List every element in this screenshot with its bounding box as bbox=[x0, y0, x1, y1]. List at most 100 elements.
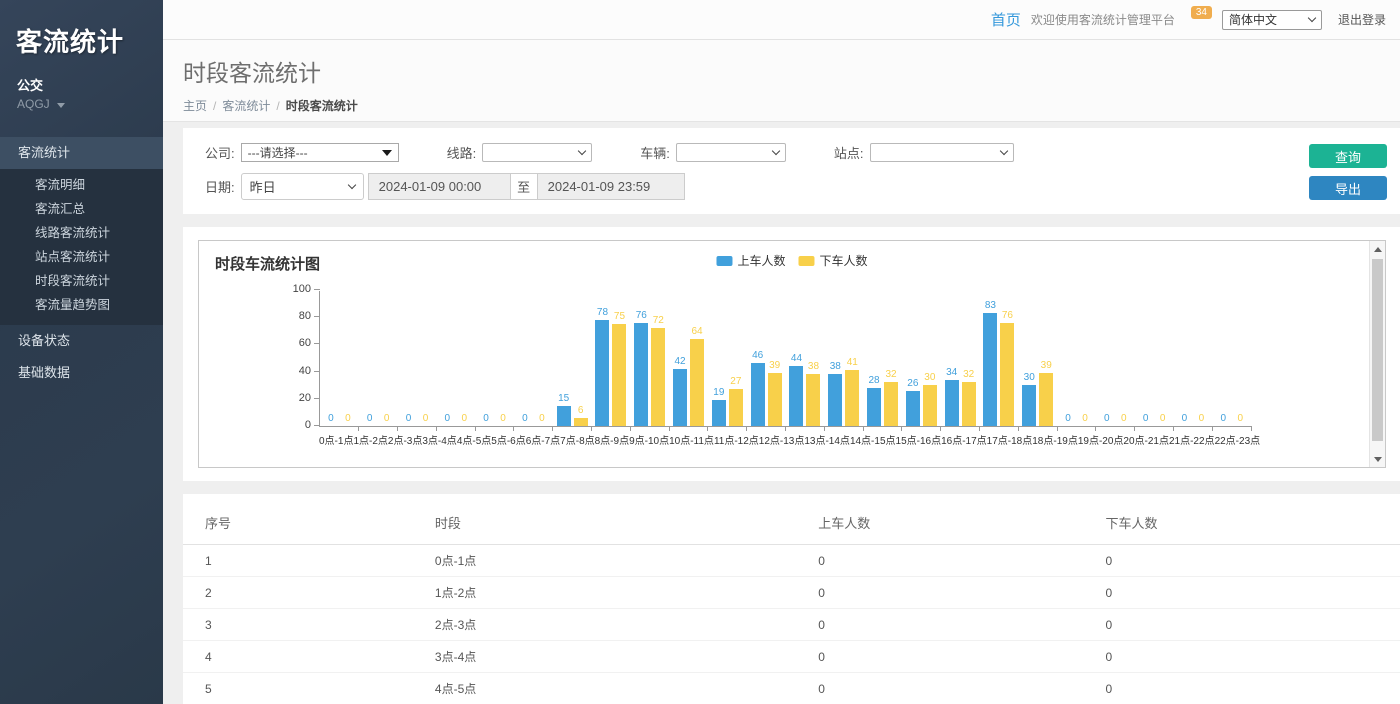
bar-group: 7875 bbox=[592, 291, 631, 426]
table-cell: 4 bbox=[183, 641, 435, 673]
bar[interactable] bbox=[789, 366, 803, 426]
sidebar-item-设备状态[interactable]: 设备状态 bbox=[0, 325, 163, 357]
chart-panel: 时段车流统计图 上车人数下车人数 02040608010000000000000… bbox=[183, 227, 1400, 481]
chevron-down-icon bbox=[772, 147, 780, 155]
bar[interactable] bbox=[867, 388, 881, 426]
x-axis-label: 1点-2点 bbox=[353, 432, 387, 447]
bar-column: 38 bbox=[806, 290, 820, 426]
bar-column: 0 bbox=[1216, 290, 1230, 426]
sidebar-subitem-客流量趋势图[interactable]: 客流量趋势图 bbox=[0, 293, 163, 317]
bar-group: 42 64 bbox=[669, 291, 708, 426]
bar[interactable] bbox=[673, 369, 687, 426]
bar-column: 19 bbox=[712, 290, 726, 426]
x-axis-label-text: 14点-15点 bbox=[850, 432, 896, 447]
home-link[interactable]: 首页 bbox=[991, 9, 1021, 30]
bar-value-label: 42 bbox=[675, 357, 686, 367]
bar[interactable] bbox=[983, 313, 997, 426]
bar-group: 156 bbox=[553, 291, 592, 426]
bar[interactable] bbox=[806, 374, 820, 426]
bar[interactable] bbox=[845, 370, 859, 426]
bar[interactable] bbox=[557, 406, 571, 426]
bar[interactable] bbox=[595, 320, 609, 426]
date-from-input[interactable]: 2024-01-09 00:00 bbox=[368, 173, 511, 200]
bar[interactable] bbox=[945, 380, 959, 426]
bar-column: 44 bbox=[789, 290, 803, 426]
sidebar-subitem-站点客流统计[interactable]: 站点客流统计 bbox=[0, 245, 163, 269]
x-axis-label: 11点-12点 bbox=[714, 432, 759, 447]
bar[interactable] bbox=[690, 339, 704, 426]
org-code-dropdown[interactable]: AQGJ bbox=[0, 94, 163, 111]
bar-column: 6 bbox=[574, 290, 588, 426]
bar[interactable] bbox=[828, 374, 842, 426]
x-axis-label-text: 4点-5点 bbox=[457, 432, 491, 447]
table-row: 32点-3点00 bbox=[183, 609, 1400, 641]
sidebar-item-基础数据[interactable]: 基础数据 bbox=[0, 357, 163, 389]
bar[interactable] bbox=[906, 391, 920, 426]
bar-value-label: 64 bbox=[692, 327, 703, 337]
legend-swatch bbox=[799, 256, 815, 266]
bar-column: 32 bbox=[884, 290, 898, 426]
bar[interactable] bbox=[923, 385, 937, 426]
bar[interactable] bbox=[612, 324, 626, 426]
bar-column: 0 bbox=[535, 290, 549, 426]
scrollbar-thumb[interactable] bbox=[1372, 259, 1383, 441]
query-button[interactable]: 查询 bbox=[1309, 144, 1387, 168]
y-axis-tick-label: 60 bbox=[285, 338, 311, 349]
line-select[interactable] bbox=[482, 143, 592, 162]
table-cell: 0 bbox=[1105, 641, 1400, 673]
scroll-up-button[interactable] bbox=[1370, 241, 1386, 257]
bar[interactable] bbox=[1000, 323, 1014, 426]
bar[interactable] bbox=[884, 382, 898, 426]
legend-item-上车人数[interactable]: 上车人数 bbox=[716, 252, 785, 269]
station-select[interactable] bbox=[870, 143, 1014, 162]
bar[interactable] bbox=[1022, 385, 1036, 426]
bar[interactable] bbox=[751, 363, 765, 426]
sidebar-subitem-时段客流统计[interactable]: 时段客流统计 bbox=[0, 269, 163, 293]
scroll-down-button[interactable] bbox=[1370, 451, 1386, 467]
bar-column: 27 bbox=[729, 290, 743, 426]
table-cell: 3点-4点 bbox=[435, 641, 818, 673]
bar[interactable] bbox=[768, 373, 782, 426]
bar[interactable] bbox=[729, 389, 743, 426]
bar[interactable] bbox=[634, 323, 648, 426]
language-select[interactable]: 简体中文 bbox=[1222, 10, 1322, 30]
table-cell: 4点-5点 bbox=[435, 673, 818, 704]
notification-badge[interactable]: 34 bbox=[1191, 6, 1212, 19]
bar-column: 42 bbox=[673, 290, 687, 426]
bar-column: 39 bbox=[1039, 290, 1053, 426]
sidebar-item-客流统计[interactable]: 客流统计 bbox=[0, 137, 163, 169]
chart-scrollbar[interactable] bbox=[1369, 241, 1385, 467]
logout-link[interactable]: 退出登录 bbox=[1338, 11, 1386, 28]
bar[interactable] bbox=[651, 328, 665, 426]
legend-item-下车人数[interactable]: 下车人数 bbox=[799, 252, 868, 269]
bar[interactable] bbox=[1039, 373, 1053, 426]
x-axis-label: 22点-23点 bbox=[1215, 432, 1261, 447]
sidebar-subitem-线路客流统计[interactable]: 线路客流统计 bbox=[0, 221, 163, 245]
bar[interactable] bbox=[962, 382, 976, 426]
date-to-input[interactable]: 2024-01-09 23:59 bbox=[537, 173, 685, 200]
bar-value-label: 0 bbox=[1199, 414, 1205, 424]
bar-column: 0 bbox=[1100, 290, 1114, 426]
bar-value-label: 46 bbox=[752, 351, 763, 361]
chevron-down-icon bbox=[1308, 14, 1316, 22]
bar-group: 00 bbox=[1057, 291, 1096, 426]
bar-value-label: 0 bbox=[1220, 414, 1226, 424]
breadcrumb-link[interactable]: 主页 bbox=[183, 99, 207, 113]
breadcrumb-link[interactable]: 客流统计 bbox=[222, 99, 270, 113]
bar[interactable] bbox=[712, 400, 726, 426]
bar-column: 0 bbox=[1117, 290, 1131, 426]
sidebar-subitem-客流明细[interactable]: 客流明细 bbox=[0, 173, 163, 197]
bar-value-label: 0 bbox=[462, 414, 468, 424]
sidebar-subitem-客流汇总[interactable]: 客流汇总 bbox=[0, 197, 163, 221]
date-preset-select[interactable]: 昨日 bbox=[241, 173, 364, 200]
export-button[interactable]: 导出 bbox=[1309, 176, 1387, 200]
bar-column: 32 bbox=[962, 290, 976, 426]
vehicle-select[interactable] bbox=[676, 143, 786, 162]
x-axis-label-text: 7点-8点 bbox=[560, 432, 594, 447]
bar-value-label: 0 bbox=[1143, 414, 1149, 424]
bar-column: 75 bbox=[612, 290, 626, 426]
date-separator: 至 bbox=[511, 173, 537, 200]
company-select[interactable]: ---请选择--- bbox=[241, 143, 399, 162]
x-axis-label: 19点-20点 bbox=[1078, 432, 1124, 447]
bar[interactable] bbox=[574, 418, 588, 426]
